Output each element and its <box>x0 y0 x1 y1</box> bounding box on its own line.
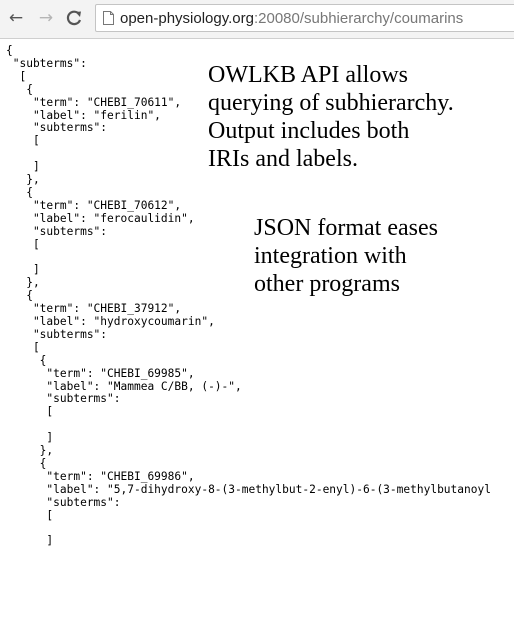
json-line: "term": "CHEBI_70612", <box>6 198 182 212</box>
json-line: "subterms": <box>6 392 121 406</box>
json-line: "subterms": <box>6 327 108 341</box>
browser-toolbar: ← → open-physiology.org:20080/subhierarc… <box>0 0 514 39</box>
json-line: ] <box>6 534 54 548</box>
json-line: [ <box>6 508 54 522</box>
json-line: ] <box>6 431 54 445</box>
json-line <box>6 419 491 432</box>
json-line: "term": "CHEBI_69985", <box>6 366 195 380</box>
json-line: "subterms": <box>6 495 121 509</box>
page-icon <box>103 11 114 25</box>
forward-icon[interactable]: → <box>36 8 56 28</box>
annotation-owlkb-api: OWLKB API allows querying of subhierarch… <box>208 61 454 173</box>
json-line: { <box>6 457 47 470</box>
url-host: open-physiology.org <box>120 10 254 27</box>
json-line: [ <box>6 340 40 354</box>
annotation-json-format: JSON format eases integration with other… <box>254 214 438 298</box>
json-line: { <box>6 353 47 367</box>
json-line: "label": "hydroxycoumarin", <box>6 315 215 329</box>
json-line <box>6 523 491 536</box>
json-line: { <box>6 44 13 57</box>
reload-icon[interactable] <box>64 8 84 28</box>
json-line: "label": "5,7-dihydroxy-8-(3-methylbut-2… <box>6 482 491 496</box>
back-icon[interactable]: ← <box>6 8 26 28</box>
url-path: :20080/subhierarchy/coumarins <box>253 10 464 27</box>
page-content: { "subterms": [ { "term": "CHEBI_70611",… <box>0 39 514 625</box>
json-line: { <box>6 185 33 199</box>
json-line: [ <box>6 405 54 419</box>
json-line: }, <box>6 444 54 458</box>
url-text[interactable]: open-physiology.org:20080/subhierarchy/c… <box>120 10 463 27</box>
json-line: "term": "CHEBI_69986", <box>6 469 195 483</box>
json-line: }, <box>6 173 40 187</box>
address-bar[interactable]: open-physiology.org:20080/subhierarchy/c… <box>95 4 514 32</box>
